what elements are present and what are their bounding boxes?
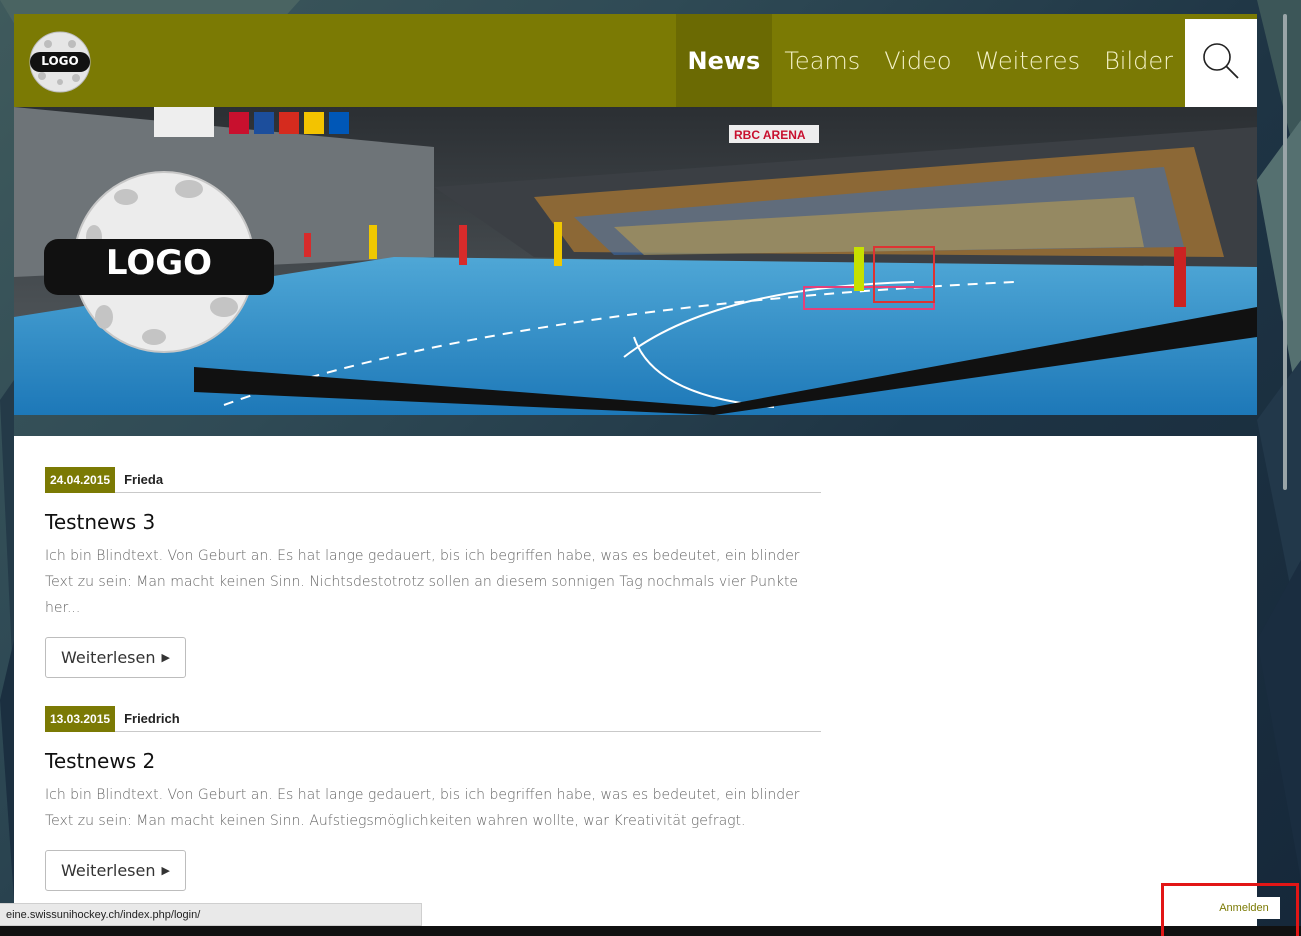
news-article: 13.03.2015 Friedrich Testnews 2 Ich bin … xyxy=(45,705,821,891)
main-nav: News Teams Video Weiteres Bilder xyxy=(675,14,1185,107)
article-title[interactable]: Testnews 2 xyxy=(45,749,821,773)
article-title[interactable]: Testnews 3 xyxy=(45,510,821,534)
hero-logo-text: LOGO xyxy=(105,243,213,283)
news-article: 24.04.2015 Frieda Testnews 3 Ich bin Bli… xyxy=(45,466,821,678)
nav-item-teams[interactable]: Teams xyxy=(772,14,872,107)
article-meta: 13.03.2015 Friedrich xyxy=(45,705,821,732)
search-button[interactable] xyxy=(1185,19,1257,107)
read-more-label: Weiterlesen xyxy=(61,861,156,880)
nav-item-bilder[interactable]: Bilder xyxy=(1092,14,1185,107)
hero-logo: LOGO xyxy=(44,167,284,357)
window-scrollbar[interactable] xyxy=(1283,14,1287,490)
article-author: Friedrich xyxy=(124,711,180,726)
highlight-box xyxy=(1161,883,1299,936)
read-more-button[interactable]: Weiterlesen ▶ xyxy=(45,637,186,678)
date-badge: 13.03.2015 xyxy=(45,705,116,732)
site-logo[interactable]: LOGO xyxy=(28,30,92,94)
page-container: LOGO News Teams Video Weiteres Bilder RB… xyxy=(14,14,1257,936)
bottom-bar xyxy=(0,926,1301,936)
nav-item-video[interactable]: Video xyxy=(872,14,963,107)
nav-item-news[interactable]: News xyxy=(675,14,773,107)
search-icon xyxy=(1200,40,1242,87)
news-list: 24.04.2015 Frieda Testnews 3 Ich bin Bli… xyxy=(14,436,1257,936)
date-badge: 24.04.2015 xyxy=(45,466,116,493)
article-meta: 24.04.2015 Frieda xyxy=(45,466,821,493)
caret-right-icon: ▶ xyxy=(161,864,170,877)
arena-sign: RBC ARENA xyxy=(734,128,806,142)
header-logo-text: LOGO xyxy=(41,54,79,68)
article-author: Frieda xyxy=(124,472,164,487)
article-excerpt: Ich bin Blindtext. Von Geburt an. Es hat… xyxy=(45,787,800,829)
read-more-button[interactable]: Weiterlesen ▶ xyxy=(45,850,186,891)
caret-right-icon: ▶ xyxy=(161,651,170,664)
site-header: LOGO News Teams Video Weiteres Bilder xyxy=(14,14,1257,107)
read-more-label: Weiterlesen xyxy=(61,648,156,667)
status-bar-url: eine.swissunihockey.ch/index.php/login/ xyxy=(0,903,422,926)
nav-item-weiteres[interactable]: Weiteres xyxy=(964,14,1093,107)
hero-banner: RBC ARENA LOGO xyxy=(14,107,1257,415)
article-excerpt: Ich bin Blindtext. Von Geburt an. Es hat… xyxy=(45,548,800,616)
